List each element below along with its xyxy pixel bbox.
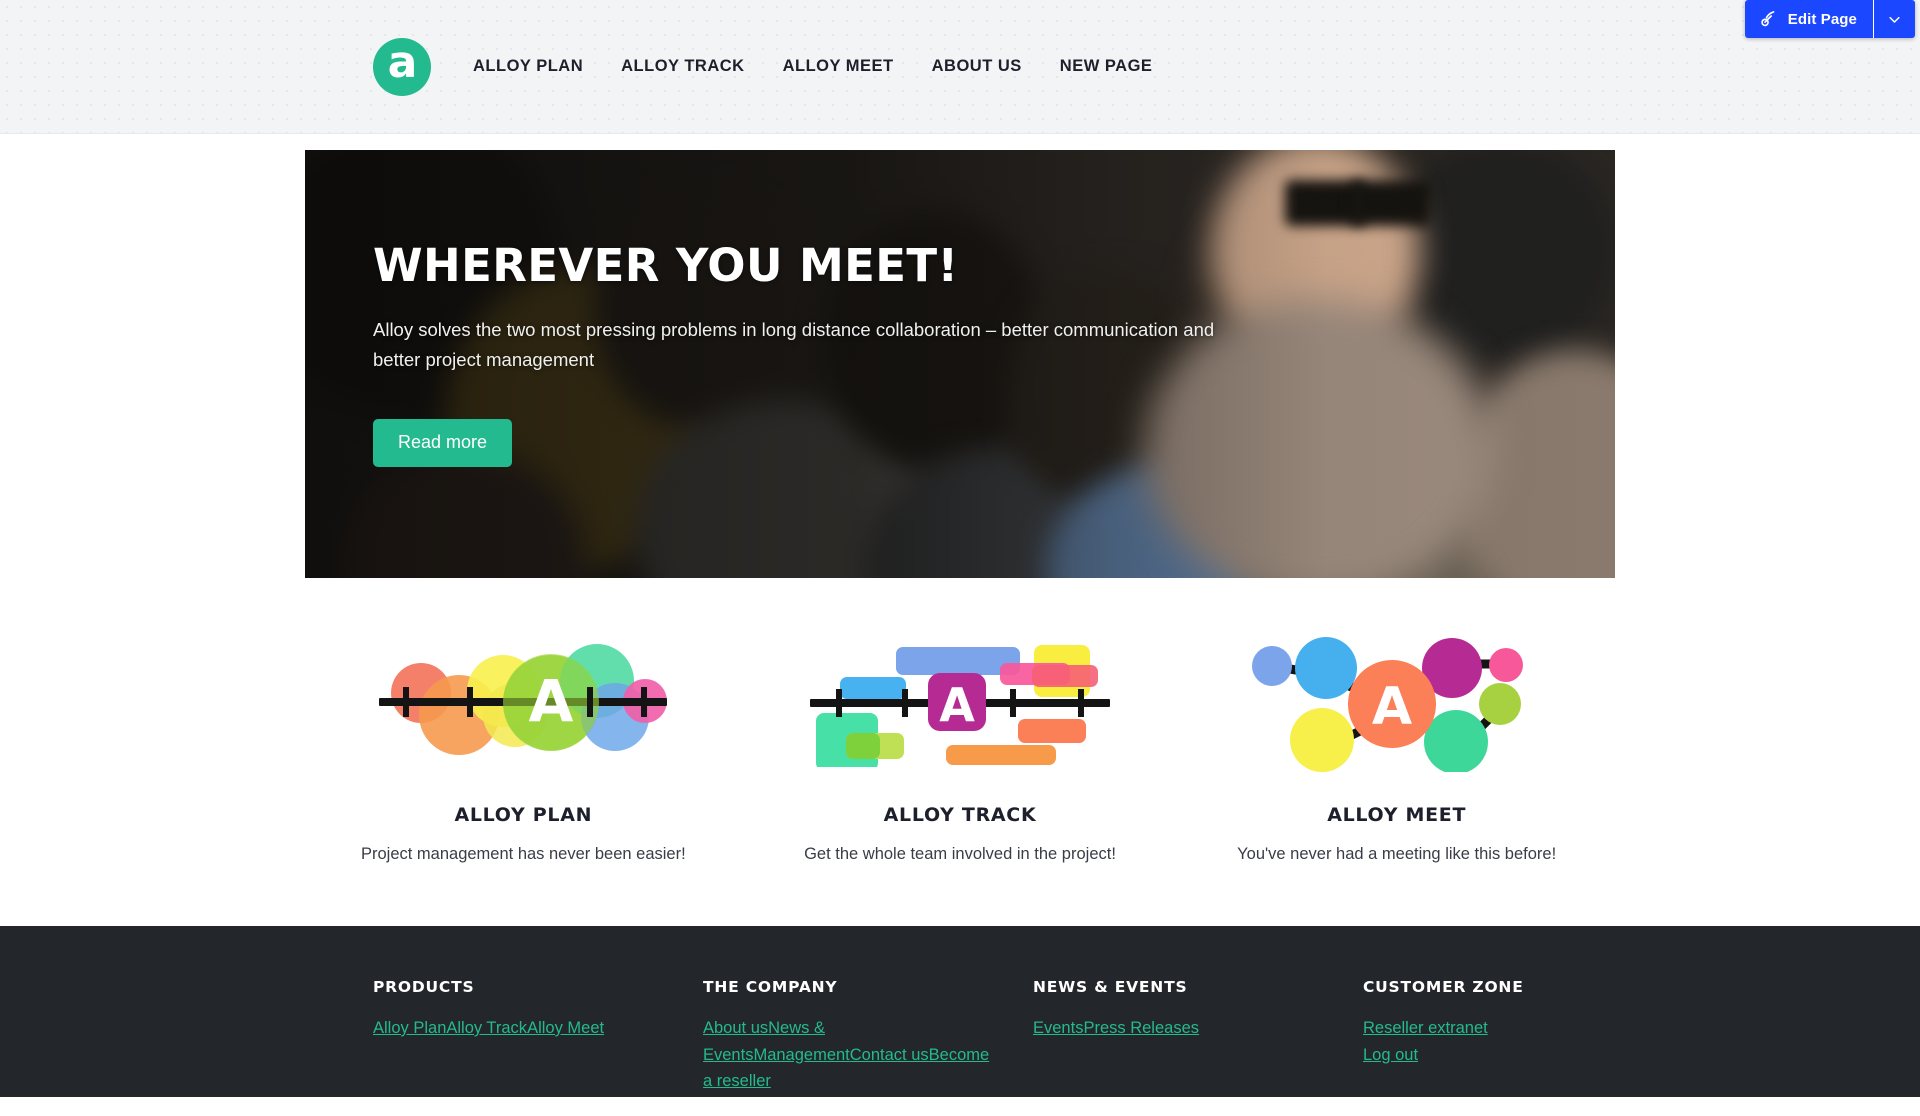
nav-item-alloy-plan[interactable]: ALLOY PLAN <box>473 57 602 76</box>
footer-link-management[interactable]: Management <box>753 1046 849 1064</box>
nav-item-alloy-meet[interactable]: ALLOY MEET <box>764 57 913 76</box>
hero-subtitle: Alloy solves the two most pressing probl… <box>373 319 1215 371</box>
nav-item-new-page[interactable]: NEW PAGE <box>1041 57 1172 76</box>
product-title: ALLOY PLAN <box>454 804 593 826</box>
footer-column-title: PRODUCTS <box>373 978 475 996</box>
main-navigation: ALLOY PLAN ALLOY TRACK ALLOY MEET ABOUT … <box>473 57 1171 76</box>
footer-link-alloy-meet[interactable]: Alloy Meet <box>527 1019 604 1037</box>
footer-link-alloy-track[interactable]: Alloy Track <box>446 1019 527 1037</box>
pencil-edit-icon <box>1759 9 1779 29</box>
hero-content: WHEREVER YOU MEET! Alloy solves the two … <box>373 239 1273 468</box>
footer-column-news-events: NEWS & EVENTS EventsPress Releases <box>1033 978 1363 1095</box>
edit-page-dropdown-toggle[interactable] <box>1873 0 1915 38</box>
edit-page-button[interactable]: Edit Page <box>1744 0 1873 38</box>
edit-page-label: Edit Page <box>1787 10 1857 28</box>
footer-column-title: NEWS & EVENTS <box>1033 978 1188 996</box>
footer-column-title: CUSTOMER ZONE <box>1363 978 1524 996</box>
chevron-down-icon <box>1889 16 1900 23</box>
footer-link-reseller-extranet[interactable]: Reseller extranet <box>1363 1015 1524 1042</box>
footer-column-customer-zone: CUSTOMER ZONE Reseller extranet Log out <box>1363 978 1524 1095</box>
footer-link-about-us[interactable]: About us <box>703 1019 768 1037</box>
read-more-button[interactable]: Read more <box>373 419 513 468</box>
hero-banner: WHEREVER YOU MEET! Alloy solves the two … <box>305 150 1615 578</box>
product-card-alloy-track[interactable]: A ALLOY TRACK Get the whole team involve… <box>742 622 1179 864</box>
editor-toolbar: Edit Page <box>1744 0 1915 38</box>
footer-links: Reseller extranet Log out <box>1363 1015 1524 1068</box>
site-logo-letter: a <box>387 36 418 88</box>
product-title: ALLOY MEET <box>1327 804 1467 826</box>
footer-inner: PRODUCTS Alloy PlanAlloy TrackAlloy Meet… <box>305 978 1615 1095</box>
svg-text:A: A <box>939 678 975 732</box>
footer-links: Alloy PlanAlloy TrackAlloy Meet <box>373 1015 665 1042</box>
hero-title: WHEREVER YOU MEET! <box>373 239 959 292</box>
footer-column-the-company: THE COMPANY About usNews & EventsManagem… <box>703 978 1033 1095</box>
site-logo[interactable]: a <box>373 36 431 96</box>
footer-link-press-releases[interactable]: Press Releases <box>1083 1019 1199 1037</box>
footer-links: About usNews & EventsManagementContact u… <box>703 1015 995 1095</box>
footer-link-events[interactable]: Events <box>1033 1019 1083 1037</box>
site-footer: PRODUCTS Alloy PlanAlloy TrackAlloy Meet… <box>0 926 1920 1097</box>
footer-links: EventsPress Releases <box>1033 1015 1325 1042</box>
footer-column-title: THE COMPANY <box>703 978 838 996</box>
footer-column-products: PRODUCTS Alloy PlanAlloy TrackAlloy Meet <box>373 978 703 1095</box>
alloy-track-icon: A <box>764 622 1157 782</box>
svg-text:A: A <box>529 667 574 735</box>
nav-item-about-us[interactable]: ABOUT US <box>913 57 1041 76</box>
header-inner: a ALLOY PLAN ALLOY TRACK ALLOY MEET ABOU… <box>305 36 1615 96</box>
product-title: ALLOY TRACK <box>883 804 1037 826</box>
hero-wrapper: WHEREVER YOU MEET! Alloy solves the two … <box>305 150 1615 578</box>
nav-item-alloy-track[interactable]: ALLOY TRACK <box>602 57 763 76</box>
footer-link-alloy-plan[interactable]: Alloy Plan <box>373 1019 446 1037</box>
svg-text:A: A <box>1372 677 1412 737</box>
site-header: a ALLOY PLAN ALLOY TRACK ALLOY MEET ABOU… <box>0 0 1920 134</box>
alloy-plan-icon: A <box>327 622 720 782</box>
product-card-alloy-plan[interactable]: A ALLOY PLAN Project management has neve… <box>305 622 742 864</box>
product-description: Project management has never been easier… <box>360 845 686 863</box>
product-description: Get the whole team involved in the proje… <box>804 845 1116 863</box>
footer-link-log-out[interactable]: Log out <box>1363 1042 1524 1069</box>
product-description: You've never had a meeting like this bef… <box>1237 845 1557 863</box>
products-section: A ALLOY PLAN Project management has neve… <box>305 578 1615 926</box>
product-card-alloy-meet[interactable]: A ALLOY MEET You've never had a meeting … <box>1178 622 1615 864</box>
alloy-meet-icon: A <box>1200 622 1593 782</box>
footer-link-contact-us[interactable]: Contact us <box>850 1046 929 1064</box>
